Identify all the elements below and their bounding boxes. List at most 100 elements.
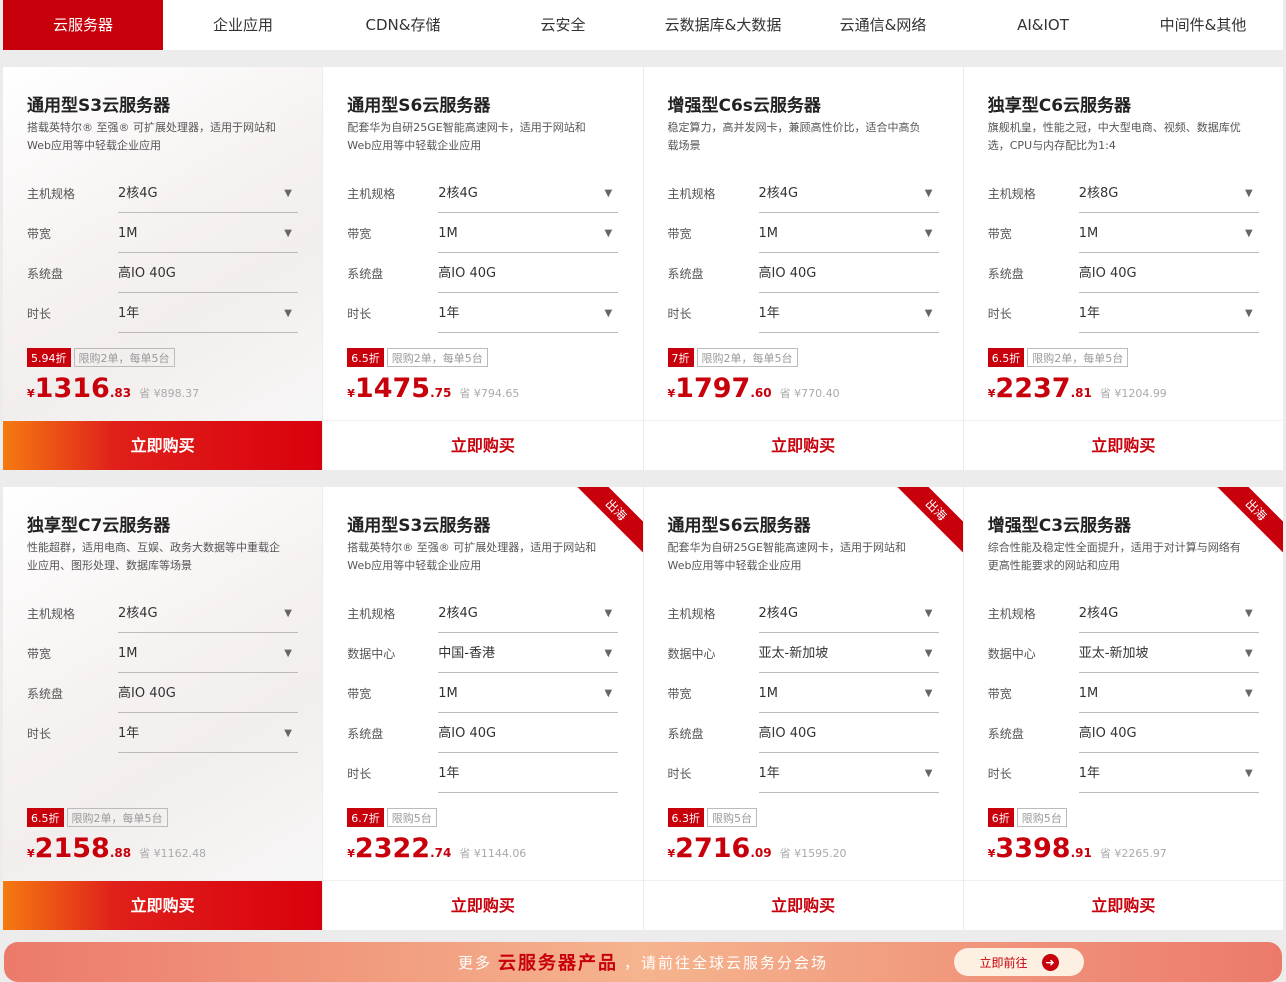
limit-badge: 限购5台 [707,808,757,827]
field-select[interactable]: 2核4G ▼ [758,593,939,633]
field-label: 数据中心 [667,646,716,661]
field-select[interactable]: 1年 ▼ [438,293,619,333]
discount-badge: 7折 [667,348,694,367]
field-select[interactable]: 1M ▼ [1078,673,1259,713]
caret-down-icon: ▼ [1245,688,1253,699]
tab-2[interactable]: CDN&存储 [323,0,483,50]
buy-now-button[interactable]: 立即购买 [963,880,1283,930]
currency-symbol: ¥ [347,387,355,400]
tab-5[interactable]: 云通信&网络 [803,0,963,50]
field-select[interactable]: 亚太-新加坡 ▼ [1078,633,1259,673]
field-label: 时长 [987,766,1012,781]
savings: 省 ¥794.65 [459,387,520,400]
product-card: 出海 增强型C3云服务器 综合性能及稳定性全面提升，适用于对计算与网络有更高性能… [963,487,1283,930]
tab-4[interactable]: 云数据库&大数据 [643,0,803,50]
tab-7[interactable]: 中间件&其他 [1123,0,1283,50]
field-select[interactable]: 1M ▼ [118,213,298,253]
field-value: 高IO 40G [118,266,176,281]
field-select[interactable]: 2核8G ▼ [1078,173,1259,213]
caret-down-icon: ▼ [924,648,933,659]
caret-down-icon: ▼ [284,608,292,619]
field-value: 高IO 40G [758,726,817,741]
field-label: 主机规格 [667,606,716,621]
caret-down-icon: ▼ [924,228,933,239]
tab-1[interactable]: 企业应用 [163,0,323,50]
buy-now-button[interactable]: 立即购买 [963,420,1283,470]
field-select[interactable]: 1M ▼ [758,213,939,253]
tab-6[interactable]: AI&IOT [963,0,1123,50]
field-select[interactable]: 1年 ▼ [1078,753,1259,793]
caret-down-icon: ▼ [284,728,292,739]
field-select[interactable]: 2核4G ▼ [1078,593,1259,633]
field-value: 高IO 40G [758,266,817,281]
field-value: 亚太-新加坡 [758,646,829,661]
go-now-button[interactable]: 立即前往 ➜ [954,948,1084,976]
price: ¥ 2158 .88 省 ¥1162.48 [27,833,206,864]
config-field: 系统盘 高IO 40G [988,253,1259,293]
product-title: 通用型S6云服务器 [347,96,491,116]
field-label: 主机规格 [27,606,76,621]
buy-now-button[interactable]: 立即购买 [323,880,643,930]
field-select: 高IO 40G [1078,253,1259,293]
config-field: 时长 1年 [347,753,619,793]
field-label: 带宽 [347,686,372,701]
field-label: 主机规格 [667,186,716,201]
field-select[interactable]: 1年 ▼ [1078,293,1259,333]
config-field: 主机规格 2核4G ▼ [347,173,619,213]
go-now-label: 立即前往 [979,955,1028,970]
price-dec: .81 [1070,386,1092,400]
field-select[interactable]: 1M ▼ [1078,213,1259,253]
field-select[interactable]: 1M ▼ [438,673,619,713]
product-card: 独享型C7云服务器 性能超群，适用电商、互娱、政务大数据等中重载企业应用、图形处… [3,487,323,930]
field-select[interactable]: 1M ▼ [438,213,619,253]
savings: 省 ¥1162.48 [139,847,207,860]
buy-now-button[interactable]: 立即购买 [3,420,323,470]
field-select[interactable]: 2核4G ▼ [758,173,939,213]
buy-now-button[interactable]: 立即购买 [643,420,963,470]
product-card: 出海 通用型S3云服务器 搭载英特尔® 至强® 可扩展处理器，适用于网站和Web… [323,487,643,930]
field-value: 2核4G [438,186,478,201]
banner-pre: 更多 [457,953,492,972]
savings: 省 ¥898.37 [139,387,200,400]
tab-3[interactable]: 云安全 [483,0,643,50]
config-field: 时长 1年 ▼ [988,293,1259,333]
config-field: 时长 1年 ▼ [347,293,619,333]
config-field: 系统盘 高IO 40G [668,713,939,753]
field-label: 系统盘 [27,266,64,281]
config-field: 带宽 1M ▼ [27,213,298,253]
field-select[interactable]: 1年 ▼ [118,713,298,753]
field-select[interactable]: 2核4G ▼ [118,173,298,213]
field-label: 数据中心 [987,646,1036,661]
caret-down-icon: ▼ [924,188,933,199]
field-label: 带宽 [667,226,692,241]
field-select[interactable]: 2核4G ▼ [438,173,619,213]
field-select[interactable]: 2核4G ▼ [438,593,619,633]
config-field: 带宽 1M ▼ [988,673,1259,713]
field-select[interactable]: 1年 ▼ [758,293,939,333]
product-card: 通用型S3云服务器 搭载英特尔® 至强® 可扩展处理器，适用于网站和Web应用等… [3,67,323,470]
field-select[interactable]: 1年 ▼ [118,293,298,333]
field-select[interactable]: 1M ▼ [118,633,298,673]
caret-down-icon: ▼ [604,308,613,319]
field-select[interactable]: 2核4G ▼ [118,593,298,633]
field-select[interactable]: 1M ▼ [758,673,939,713]
field-label: 系统盘 [987,266,1024,281]
field-select[interactable]: 1年 ▼ [758,753,939,793]
buy-now-button[interactable]: 立即购买 [3,880,323,930]
field-select[interactable]: 亚太-新加坡 ▼ [758,633,939,673]
field-value: 2核4G [438,606,478,621]
buy-now-button[interactable]: 立即购买 [643,880,963,930]
tab-0[interactable]: 云服务器 [3,0,163,50]
field-select: 高IO 40G [438,253,619,293]
savings: 省 ¥2265.97 [1099,847,1167,860]
caret-down-icon: ▼ [1245,648,1253,659]
field-select[interactable]: 中国-香港 ▼ [438,633,619,673]
config-field: 带宽 1M ▼ [27,633,298,673]
field-value: 1年 [758,766,780,781]
field-value: 1M [1078,226,1099,241]
buy-now-button[interactable]: 立即购买 [323,420,643,470]
more-products-banner[interactable]: 更多 云服务器产品 ，请前往全球云服务分会场 立即前往 ➜ [4,942,1282,982]
currency-symbol: ¥ [667,387,676,400]
price: ¥ 1797 .60 省 ¥770.40 [668,373,840,404]
field-value: 2核4G [758,186,799,201]
